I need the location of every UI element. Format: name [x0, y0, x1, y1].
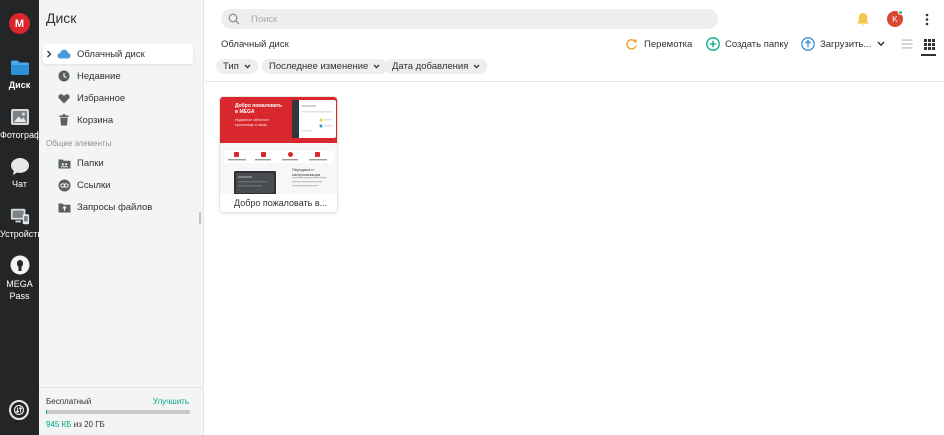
thumbnail-sync-text: Передача и синхронизация — [292, 167, 320, 177]
cloud-icon — [57, 47, 71, 61]
transfers-icon[interactable] — [9, 400, 29, 420]
storage-total: из 20 ГБ — [73, 420, 105, 429]
upload-button[interactable]: Загрузить... — [800, 36, 885, 52]
sidebar-item-shared-folders[interactable]: Папки — [43, 153, 193, 173]
add-circle-icon — [705, 37, 720, 52]
rail-label-mega-pass-2: Pass — [9, 291, 30, 301]
sidebar-label: Папки — [77, 157, 104, 169]
clock-icon — [57, 69, 71, 83]
header-divider — [205, 81, 944, 82]
chevron-down-icon — [473, 64, 480, 69]
upload-icon — [800, 37, 815, 52]
avatar-letter: K — [892, 14, 898, 24]
sidebar-label: Облачный диск — [77, 48, 145, 60]
grid-view-icon[interactable] — [922, 37, 936, 51]
list-view-icon[interactable] — [900, 37, 914, 51]
filter-last-modified[interactable]: Последнее изменение — [262, 59, 388, 74]
sidebar-label: Запросы файлов — [77, 201, 153, 213]
rail-label-devices: Устройства — [0, 229, 39, 239]
filter-type[interactable]: Тип — [216, 59, 258, 74]
filter-modified-label: Последнее изменение — [269, 61, 369, 72]
sidebar-item-trash[interactable]: Корзина — [43, 110, 193, 130]
rewind-label: Перемотка — [644, 38, 693, 50]
heart-icon — [57, 91, 71, 105]
sidebar-resize-handle[interactable] — [199, 212, 201, 224]
thumbnail-subtitle-line-1: Надежное облачное — [235, 118, 269, 122]
rail-item-photos[interactable]: Фотографии — [0, 107, 39, 141]
sidebar-label: Избранное — [77, 92, 126, 104]
storage-used: 945 КБ — [46, 420, 72, 429]
sidebar-item-file-requests[interactable]: Запросы файлов — [43, 197, 193, 217]
sidebar-item-links[interactable]: Ссылки — [43, 175, 193, 195]
search-bar[interactable] — [221, 9, 718, 29]
thumbnail-heading: Добро пожаловать в MEGA — [235, 103, 282, 115]
chevron-down-icon — [244, 64, 251, 69]
storage-panel[interactable]: Бесплатный Улучшить 945 КБ из 20 ГБ — [39, 387, 203, 435]
file-name: Добро пожаловать в... — [234, 198, 328, 208]
link-icon — [57, 178, 71, 192]
search-icon — [227, 12, 241, 26]
thumbnail-heading-line-2: в MEGA — [235, 109, 255, 115]
rewind-button[interactable]: Перемотка — [624, 36, 692, 52]
chevron-down-icon — [877, 41, 885, 47]
storage-bar — [46, 410, 190, 414]
sidebar-item-favourites[interactable]: Избранное — [43, 88, 193, 108]
rail-label-drive: Диск — [8, 80, 31, 90]
rail-item-mega-pass[interactable]: MEGA Pass — [0, 255, 39, 302]
filter-type-label: Тип — [223, 61, 239, 72]
chevron-right-icon[interactable] — [43, 50, 55, 58]
more-menu-icon[interactable] — [920, 11, 934, 27]
storage-bar-fill — [46, 410, 48, 414]
storage-plan: Бесплатный — [46, 397, 92, 406]
rail-label-mega-pass-1: MEGA — [6, 279, 33, 289]
photos-icon — [10, 107, 30, 127]
file-thumbnail: Добро пожаловать в MEGA Надежное облачно… — [220, 97, 337, 194]
create-folder-button[interactable]: Создать папку — [705, 36, 788, 52]
chevron-down-icon — [373, 64, 380, 69]
rewind-icon — [624, 37, 639, 52]
thumbnail-subtitle: Надежное облачное хранилище и связь — [235, 118, 269, 127]
drive-sidebar: Диск Облачный диск Недавние Избранное Ко… — [39, 0, 204, 435]
sidebar-title: Диск — [46, 10, 77, 26]
sidebar-item-recent[interactable]: Недавние — [43, 66, 193, 86]
search-input[interactable] — [251, 13, 691, 25]
rail-item-drive[interactable]: Диск — [0, 57, 39, 91]
sidebar-label: Недавние — [77, 70, 121, 82]
sidebar-label: Корзина — [77, 114, 114, 126]
thumbnail-subtitle-line-2: хранилище и связь — [235, 122, 267, 127]
storage-usage: 945 КБ из 20 ГБ — [46, 420, 105, 429]
mega-pass-icon — [10, 255, 30, 275]
create-folder-label: Создать папку — [725, 38, 789, 50]
rail-label-chat: Чат — [12, 179, 27, 189]
shared-section-title: Общие элементы — [46, 139, 112, 148]
thumbnail-sync-line-2: синхронизация — [292, 172, 321, 177]
filter-date-added[interactable]: Дата добавления — [385, 59, 488, 74]
mega-logo-icon[interactable]: M — [9, 13, 30, 34]
upgrade-link[interactable]: Улучшить — [153, 397, 189, 406]
shared-folders-icon — [57, 156, 71, 170]
trash-icon — [57, 113, 71, 127]
online-status-dot — [898, 10, 903, 15]
upload-label: Загрузить... — [820, 38, 872, 50]
mega-logo-letter: M — [14, 17, 25, 30]
devices-icon — [10, 206, 30, 226]
breadcrumb[interactable]: Облачный диск — [221, 39, 289, 50]
rail-label-photos: Фотографии — [0, 130, 39, 140]
app-rail: M Диск Фотографии Чат Устройства MEGA Pa… — [0, 0, 39, 435]
sidebar-label: Ссылки — [77, 179, 111, 191]
rail-item-devices[interactable]: Устройства — [0, 206, 39, 240]
file-card[interactable]: Добро пожаловать в MEGA Надежное облачно… — [219, 96, 338, 213]
filter-added-label: Дата добавления — [392, 61, 469, 72]
file-request-icon — [57, 200, 71, 214]
chat-icon — [10, 156, 30, 176]
active-view-indicator — [921, 54, 936, 56]
rail-item-chat[interactable]: Чат — [0, 156, 39, 190]
folder-icon — [10, 57, 30, 77]
sidebar-item-cloud-drive[interactable]: Облачный диск — [43, 44, 193, 64]
notifications-bell-icon[interactable] — [855, 11, 871, 27]
